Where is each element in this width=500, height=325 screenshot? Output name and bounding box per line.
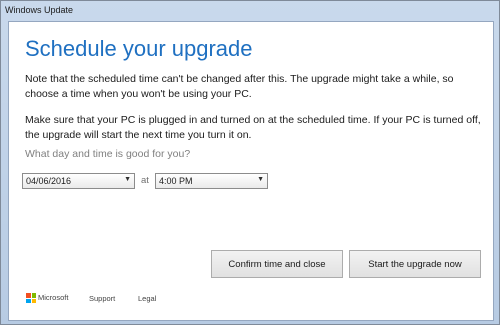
date-value: 04/06/2016: [26, 176, 72, 186]
legal-link[interactable]: Legal: [138, 294, 156, 303]
dialog-content: Schedule your upgrade Note that the sche…: [8, 21, 494, 321]
microsoft-logo-icon: [26, 293, 36, 303]
time-dropdown[interactable]: 4:00 PM ▼: [155, 173, 268, 189]
plugged-in-note: Make sure that your PC is plugged in and…: [25, 114, 481, 141]
date-dropdown[interactable]: 04/06/2016 ▼: [22, 173, 135, 189]
page-title: Schedule your upgrade: [25, 36, 253, 61]
scheduled-time-note: Note that the scheduled time can't be ch…: [25, 73, 454, 100]
window-title: Windows Update: [5, 5, 74, 15]
title-bar[interactable]: Windows Update: [1, 1, 499, 21]
microsoft-brand: Microsoft: [38, 293, 69, 302]
start-upgrade-button[interactable]: Start the upgrade now: [349, 250, 481, 278]
windows-update-window: Windows Update Schedule your upgrade Not…: [0, 0, 500, 325]
at-label: at: [141, 175, 149, 186]
confirm-time-button[interactable]: Confirm time and close: [211, 250, 343, 278]
chevron-down-icon: ▼: [124, 176, 131, 183]
time-value: 4:00 PM: [159, 176, 193, 186]
support-link[interactable]: Support: [89, 294, 115, 303]
chevron-down-icon: ▼: [257, 176, 264, 183]
day-time-question: What day and time is good for you?: [25, 148, 191, 160]
